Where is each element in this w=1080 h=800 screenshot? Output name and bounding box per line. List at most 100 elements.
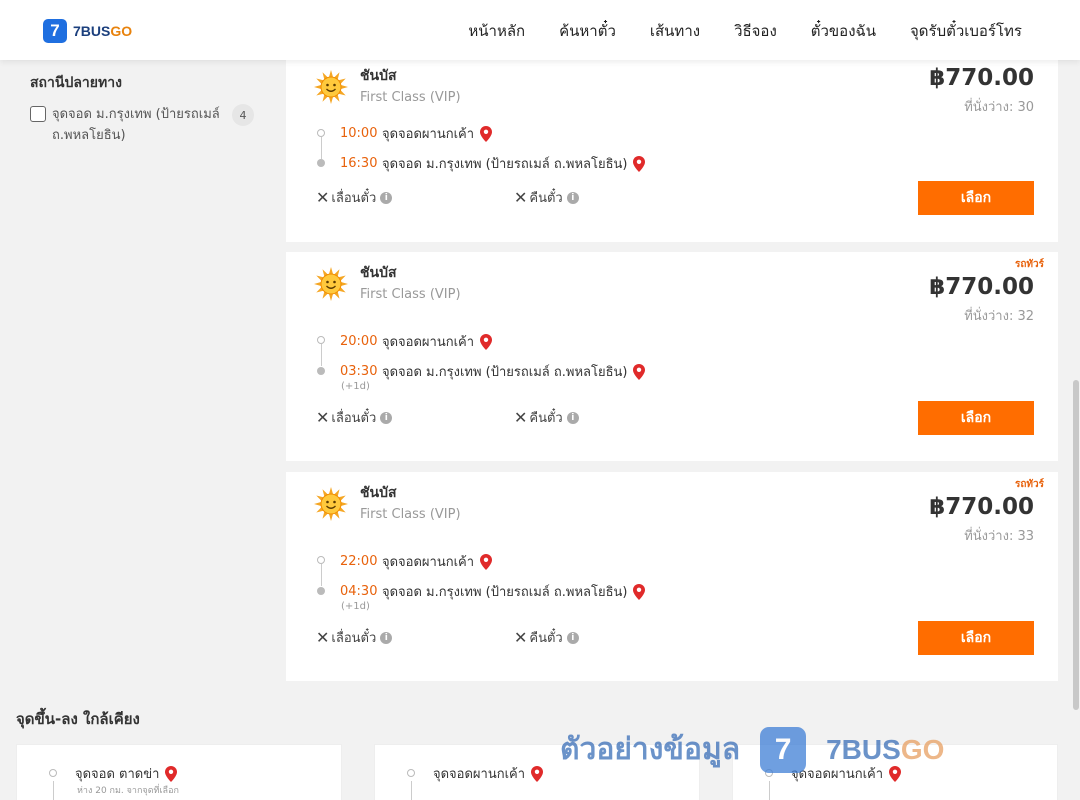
- sun-bus-logo-icon: [314, 70, 348, 104]
- bus-class: First Class (VIP): [360, 507, 461, 522]
- departure-stop: 10:00 จุดจอดผานกเค้า: [340, 123, 493, 144]
- reschedule-policy[interactable]: ✕ เลื่อนตั๋ว i: [316, 627, 393, 648]
- arrival-place: จุดจอด ม.กรุงเทพ (ป้ายรถเมล์ ถ.พหลโยธิน): [382, 585, 628, 600]
- departure-place: จุดจอดผานกเค้า: [382, 555, 475, 570]
- logo-icon: 7: [43, 19, 67, 43]
- depart-dot: [317, 336, 325, 344]
- refund-policy[interactable]: ✕ คืนตั๋ว i: [514, 407, 579, 428]
- watermark-brand: 7BUSGO: [826, 733, 945, 765]
- map-pin-icon: [480, 125, 493, 142]
- info-icon[interactable]: i: [380, 631, 393, 644]
- sample-watermark: ตัวอย่างข้อมูล 7 7BUSGO: [560, 726, 944, 773]
- map-pin-icon: [633, 155, 646, 172]
- info-icon[interactable]: i: [380, 411, 393, 424]
- site-logo[interactable]: 7 7BUSGO: [43, 19, 132, 43]
- departure-time: 20:00: [340, 334, 378, 349]
- arrival-stop: 16:30 จุดจอด ม.กรุงเทพ (ป้ายรถเมล์ ถ.พหลโ…: [340, 153, 646, 174]
- cross-icon: ✕: [316, 188, 330, 207]
- seats-available: ที่นั่งว่าง: 30: [964, 100, 1034, 115]
- nav-home[interactable]: หน้าหลัก: [468, 19, 525, 43]
- route-line: [53, 781, 54, 800]
- arrival-stop: 03:30 จุดจอด ม.กรุงเทพ (ป้ายรถเมล์ ถ.พหลโ…: [340, 361, 646, 382]
- destination-checkbox[interactable]: [30, 106, 46, 122]
- nearby-stop: จุดจอด ตาดข่า: [75, 763, 178, 784]
- main-nav: หน้าหลัก ค้นหาตั๋ว เส้นทาง วิธีจอง ตั๋วข…: [468, 19, 1022, 43]
- nav-ticket-pickup[interactable]: จุดรับตั๋วเบอร์โทร: [910, 19, 1022, 43]
- watermark-text: ตัวอย่างข้อมูล: [560, 732, 741, 767]
- refund-policy[interactable]: ✕ คืนตั๋ว i: [514, 187, 579, 208]
- filter-sidebar: สถานีปลายทาง จุดจอด ม.กรุงเทพ (ป้ายรถเมล…: [30, 72, 258, 146]
- seats-available: ที่นั่งว่าง: 32: [964, 309, 1034, 324]
- cross-icon: ✕: [316, 628, 330, 647]
- route-line: [769, 781, 770, 800]
- ticket-price: ฿770.00: [929, 274, 1034, 300]
- info-icon[interactable]: i: [380, 191, 393, 204]
- refund-policy[interactable]: ✕ คืนตั๋ว i: [514, 627, 579, 648]
- operator-name: ชันบัส: [360, 265, 397, 281]
- nav-how-to-book[interactable]: วิธีจอง: [734, 19, 777, 43]
- depart-dot: [317, 556, 325, 564]
- departure-time: 10:00: [340, 126, 378, 141]
- refund-label: คืนตั๋ว: [529, 631, 563, 646]
- destination-filter-count: 4: [232, 104, 254, 126]
- info-icon[interactable]: i: [566, 191, 579, 204]
- sun-bus-logo-icon: [314, 487, 348, 521]
- destination-filter-option[interactable]: จุดจอด ม.กรุงเทพ (ป้ายรถเมล์ ถ.พหลโยธิน)…: [30, 104, 258, 146]
- nav-my-tickets[interactable]: ตั๋วของฉัน: [811, 19, 876, 43]
- watermark-logo-icon: 7: [760, 726, 807, 773]
- operator-info: ชันบัส First Class (VIP): [314, 65, 461, 105]
- operator-name: ชันบัส: [360, 485, 397, 501]
- trip-card: รถทัวร์ ชันบัส First Class (VIP) ฿770.00 ที่…: [286, 472, 1058, 681]
- trip-card: รถทัวร์ ชันบัส First Class (VIP) ฿770.00 ที่…: [286, 252, 1058, 461]
- nearby-stop-name: จุดจอด ตาดข่า: [75, 767, 160, 782]
- arrival-time: 03:30: [340, 364, 378, 379]
- nearby-section-title: จุดขึ้น-ลง ใกล้เคียง: [16, 710, 140, 728]
- page-scrollbar[interactable]: [1072, 60, 1080, 800]
- nav-search-tickets[interactable]: ค้นหาตั๋ว: [559, 19, 616, 43]
- ticket-price: ฿770.00: [929, 494, 1034, 520]
- top-header: 7 7BUSGO หน้าหลัก ค้นหาตั๋ว เส้นทาง วิธี…: [0, 0, 1080, 60]
- operator-info: ชันบัส First Class (VIP): [314, 262, 461, 302]
- refund-label: คืนตั๋ว: [529, 411, 563, 426]
- arrive-dot: [317, 367, 325, 375]
- logo-text: 7BUSGO: [73, 23, 133, 39]
- arrival-place: จุดจอด ม.กรุงเทพ (ป้ายรถเมล์ ถ.พหลโยธิน): [382, 365, 628, 380]
- reschedule-policy[interactable]: ✕ เลื่อนตั๋ว i: [316, 187, 393, 208]
- map-pin-icon: [633, 583, 646, 600]
- depart-dot: [317, 129, 325, 137]
- operator-name: ชันบัส: [360, 68, 397, 84]
- nearby-stop-name: จุดจอดผานกเค้า: [433, 767, 526, 782]
- refund-label: คืนตั๋ว: [529, 191, 563, 206]
- nearby-distance: ห่าง 20 กม. จากจุดที่เลือก: [77, 786, 179, 796]
- select-trip-button[interactable]: เลือก: [918, 621, 1034, 655]
- cross-icon: ✕: [316, 408, 330, 427]
- arrival-time: 16:30: [340, 156, 378, 171]
- map-pin-icon: [633, 363, 646, 380]
- trip-card: ชันบัส First Class (VIP) ฿770.00 ที่นั่งว่า…: [286, 55, 1058, 242]
- destination-filter-label[interactable]: จุดจอด ม.กรุงเทพ (ป้ายรถเมล์ ถ.พหลโยธิน): [52, 104, 228, 146]
- stop-dot: [49, 769, 57, 777]
- departure-time: 22:00: [340, 554, 378, 569]
- promo-tag: รถทัวร์: [1014, 259, 1044, 270]
- nearby-stop: จุดจอดผานกเค้า: [433, 763, 544, 784]
- nav-routes[interactable]: เส้นทาง: [650, 19, 700, 43]
- map-pin-icon: [531, 765, 544, 782]
- cross-icon: ✕: [514, 408, 528, 427]
- select-trip-button[interactable]: เลือก: [918, 181, 1034, 215]
- scrollbar-thumb[interactable]: [1073, 380, 1079, 710]
- nearby-card[interactable]: จุดจอด ตาดข่า ห่าง 20 กม. จากจุดที่เลือก: [16, 744, 342, 800]
- select-trip-button[interactable]: เลือก: [918, 401, 1034, 435]
- bus-class: First Class (VIP): [360, 90, 461, 105]
- route-line: [321, 137, 322, 159]
- map-pin-icon: [165, 765, 178, 782]
- ticket-price: ฿770.00: [929, 65, 1034, 91]
- cross-icon: ✕: [514, 628, 528, 647]
- info-icon[interactable]: i: [566, 631, 579, 644]
- info-icon[interactable]: i: [566, 411, 579, 424]
- operator-info: ชันบัส First Class (VIP): [314, 482, 461, 522]
- reschedule-policy[interactable]: ✕ เลื่อนตั๋ว i: [316, 407, 393, 428]
- departure-stop: 20:00 จุดจอดผานกเค้า: [340, 331, 493, 352]
- map-pin-icon: [480, 333, 493, 350]
- arrive-dot: [317, 587, 325, 595]
- stop-dot: [407, 769, 415, 777]
